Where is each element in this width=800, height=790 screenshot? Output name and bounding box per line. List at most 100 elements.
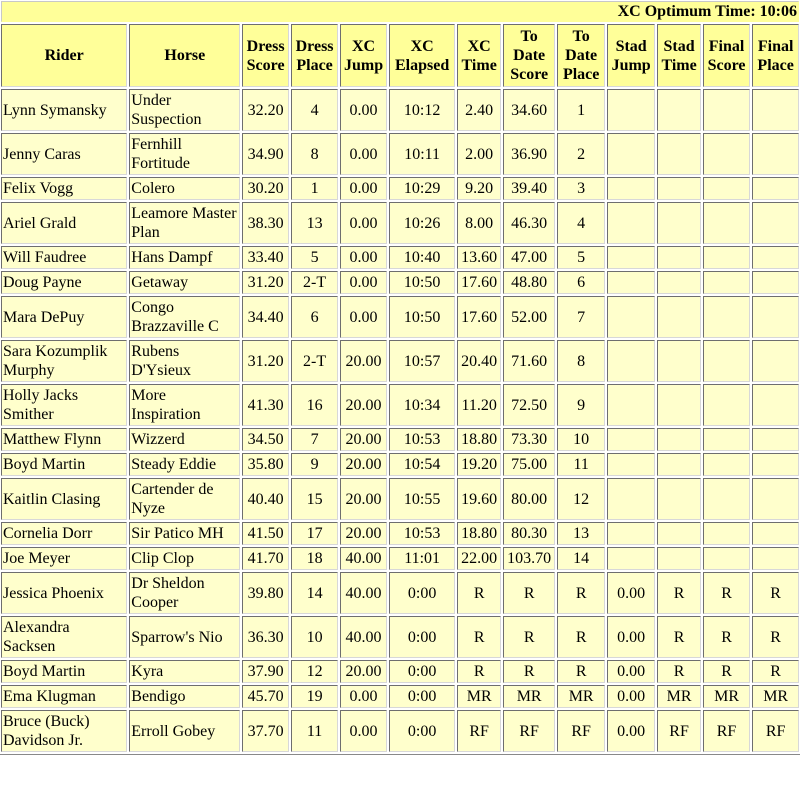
cell-dress-place: 8 bbox=[290, 133, 339, 175]
header-line: Stad bbox=[615, 37, 647, 55]
cell-to-date-place: 8 bbox=[557, 340, 605, 382]
cell-xc-time: 22.00 bbox=[457, 547, 501, 570]
cell-xc-elapsed: 10:50 bbox=[388, 271, 456, 294]
header-line: Rider bbox=[44, 47, 84, 64]
column-header-final-place: Final Place bbox=[752, 24, 799, 87]
header-line: Final bbox=[757, 37, 794, 55]
cell-xc-jump: 0.00 bbox=[340, 271, 387, 294]
cell-dress-place: 11 bbox=[290, 710, 339, 752]
cell-to-date-place: 6 bbox=[557, 271, 605, 294]
cell-to-date-place: R bbox=[557, 660, 605, 683]
cell-stad-jump bbox=[606, 340, 656, 382]
cell-dress-score: 35.80 bbox=[242, 453, 289, 476]
cell-dress-place: 4 bbox=[290, 89, 339, 131]
cell-xc-elapsed: 10:54 bbox=[388, 453, 456, 476]
cell-xc-jump: 40.00 bbox=[340, 547, 387, 570]
cell-final-place bbox=[752, 296, 799, 338]
table-row: Alexandra Sacksen Sparrow's Nio 36.30 10 40.… bbox=[1, 616, 799, 658]
cell-dress-score: 30.20 bbox=[242, 177, 289, 200]
cell-dress-score: 40.40 bbox=[242, 478, 289, 520]
cell-to-date-score: R bbox=[502, 660, 556, 683]
cell-dress-place: 7 bbox=[290, 428, 339, 451]
cell-rider: Bruce (Buck) Davidson Jr. bbox=[1, 710, 128, 752]
cell-to-date-place: 7 bbox=[557, 296, 605, 338]
cell-dress-place: 10 bbox=[290, 616, 339, 658]
cell-dress-score: 41.50 bbox=[242, 522, 289, 545]
cell-rider: Matthew Flynn bbox=[1, 428, 128, 451]
cell-to-date-place: 12 bbox=[557, 478, 605, 520]
column-header-final-score: Final Score bbox=[702, 24, 751, 87]
cell-dress-score: 45.70 bbox=[242, 685, 289, 708]
header-line: Elapsed bbox=[394, 56, 450, 74]
cell-xc-elapsed: 11:01 bbox=[388, 547, 456, 570]
cell-xc-time: R bbox=[457, 660, 501, 683]
cell-horse: Leamore Master Plan bbox=[129, 202, 241, 244]
cell-stad-jump bbox=[606, 89, 656, 131]
cell-final-place bbox=[752, 133, 799, 175]
cell-stad-time bbox=[657, 271, 701, 294]
cell-stad-jump: 0.00 bbox=[606, 616, 656, 658]
cell-xc-jump: 0.00 bbox=[340, 296, 387, 338]
cell-to-date-place: 5 bbox=[557, 246, 605, 269]
header-line: Dress bbox=[295, 37, 334, 55]
cell-rider: Alexandra Sacksen bbox=[1, 616, 128, 658]
cell-xc-elapsed: 10:29 bbox=[388, 177, 456, 200]
header-line: Score bbox=[510, 66, 549, 83]
cell-dress-score: 37.90 bbox=[242, 660, 289, 683]
cell-rider: Boyd Martin bbox=[1, 453, 128, 476]
column-header-stad-time: Stad Time bbox=[657, 24, 701, 87]
cell-dress-place: 18 bbox=[290, 547, 339, 570]
cell-final-place bbox=[752, 428, 799, 451]
cell-horse: Kyra bbox=[129, 660, 241, 683]
table-row: Joe Meyer Clip Clop 41.70 18 40.00 11:01 22.00… bbox=[1, 547, 799, 570]
cell-to-date-place: 10 bbox=[557, 428, 605, 451]
cell-final-place bbox=[752, 271, 799, 294]
cell-final-place bbox=[752, 340, 799, 382]
cell-xc-elapsed: 10:53 bbox=[388, 522, 456, 545]
cell-stad-time bbox=[657, 453, 701, 476]
table-row: Holly Jacks Smither More Inspiration 41.30… bbox=[1, 384, 799, 426]
cell-rider: Sara Kozumplik Murphy bbox=[1, 340, 128, 382]
cell-final-score bbox=[702, 428, 751, 451]
cell-horse: Sparrow's Nio bbox=[129, 616, 241, 658]
cell-stad-jump bbox=[606, 384, 656, 426]
cell-to-date-score: 80.30 bbox=[502, 522, 556, 545]
cell-xc-time: 19.20 bbox=[457, 453, 501, 476]
header-line: Time bbox=[661, 56, 697, 74]
cell-to-date-score: 80.00 bbox=[502, 478, 556, 520]
cell-to-date-place: R bbox=[557, 572, 605, 614]
column-header-to-date-score: To Date Score bbox=[502, 24, 556, 87]
header-line: XC bbox=[467, 37, 491, 55]
cell-xc-jump: 20.00 bbox=[340, 384, 387, 426]
cell-stad-time bbox=[657, 296, 701, 338]
cell-xc-jump: 40.00 bbox=[340, 616, 387, 658]
cell-stad-time: RF bbox=[657, 710, 701, 752]
header-line: XC bbox=[410, 37, 434, 55]
cell-stad-jump bbox=[606, 453, 656, 476]
cell-xc-elapsed: 10:50 bbox=[388, 296, 456, 338]
cell-dress-score: 41.70 bbox=[242, 547, 289, 570]
cell-horse: Rubens D'Ysieux bbox=[129, 340, 241, 382]
cell-xc-time: 17.60 bbox=[457, 271, 501, 294]
cell-xc-elapsed: 10:12 bbox=[388, 89, 456, 131]
cell-stad-jump bbox=[606, 202, 656, 244]
cell-dress-place: 2-T bbox=[290, 271, 339, 294]
cell-horse: Under Suspection bbox=[129, 89, 241, 131]
cell-horse: Colero bbox=[129, 177, 241, 200]
cell-rider: Doug Payne bbox=[1, 271, 128, 294]
cell-xc-jump: 20.00 bbox=[340, 453, 387, 476]
column-header-xc-jump: XC Jump bbox=[340, 24, 387, 87]
cell-dress-score: 39.80 bbox=[242, 572, 289, 614]
cell-final-place bbox=[752, 202, 799, 244]
cell-dress-score: 32.20 bbox=[242, 89, 289, 131]
table-row: Will Faudree Hans Dampf 33.40 5 0.00 10:40 13.… bbox=[1, 246, 799, 269]
cell-xc-time: R bbox=[457, 616, 501, 658]
table-row: Doug Payne Getaway 31.20 2-T 0.00 10:50 17.60 4… bbox=[1, 271, 799, 294]
cell-final-place bbox=[752, 478, 799, 520]
cell-xc-elapsed: 0:00 bbox=[388, 710, 456, 752]
cell-final-score bbox=[702, 202, 751, 244]
cell-final-score: R bbox=[702, 616, 751, 658]
table-row: Boyd Martin Steady Eddie 35.80 9 20.00 10:54 1… bbox=[1, 453, 799, 476]
cell-stad-time bbox=[657, 522, 701, 545]
cell-stad-time: R bbox=[657, 616, 701, 658]
